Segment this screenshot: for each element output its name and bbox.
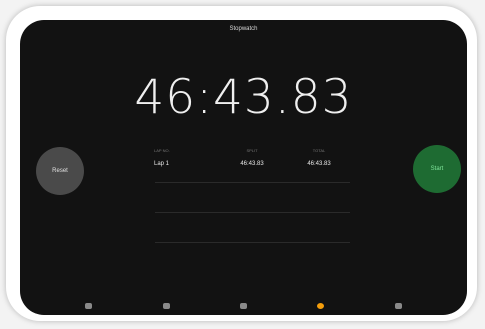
lap-column-header: LAP NO. [154, 148, 170, 153]
lap-divider [155, 212, 350, 213]
lap-name: Lap 1 [154, 161, 170, 167]
lap-table: LAP NO. SPLIT TOTAL Lap 1 46:43.83 46:43… [150, 148, 350, 167]
total-column-header: TOTAL [312, 148, 326, 153]
reset-button[interactable]: Reset [36, 147, 84, 195]
tab-bedtime[interactable] [239, 303, 247, 309]
split-column-header: SPLIT [246, 148, 258, 153]
world-clock-icon [85, 303, 93, 309]
tab-stopwatch[interactable] [317, 303, 325, 309]
lap-table-header: LAP NO. SPLIT TOTAL [150, 148, 350, 153]
lap-row: Lap 1 46:43.83 46:43.83 [150, 153, 350, 167]
stopwatch-screen: Stopwatch 46:43.83 Reset Start LAP NO. S… [20, 20, 467, 315]
lap-divider [155, 182, 350, 183]
lap-divider [155, 242, 350, 243]
tab-world-clock[interactable] [85, 303, 93, 309]
alarm-icon [162, 303, 170, 309]
lap-total: 46:43.83 [307, 161, 331, 167]
stopwatch-icon [317, 303, 325, 309]
stopwatch-time-display: 46:43.83 [134, 70, 353, 125]
tab-alarm[interactable] [162, 303, 170, 309]
window-title: Stopwatch [229, 26, 258, 32]
bedtime-icon [239, 303, 247, 309]
timer-icon [394, 303, 402, 309]
tab-timer[interactable] [394, 303, 402, 309]
tab-bar [20, 297, 467, 315]
lap-split: 46:43.83 [240, 161, 264, 167]
start-button[interactable]: Start [413, 145, 461, 193]
